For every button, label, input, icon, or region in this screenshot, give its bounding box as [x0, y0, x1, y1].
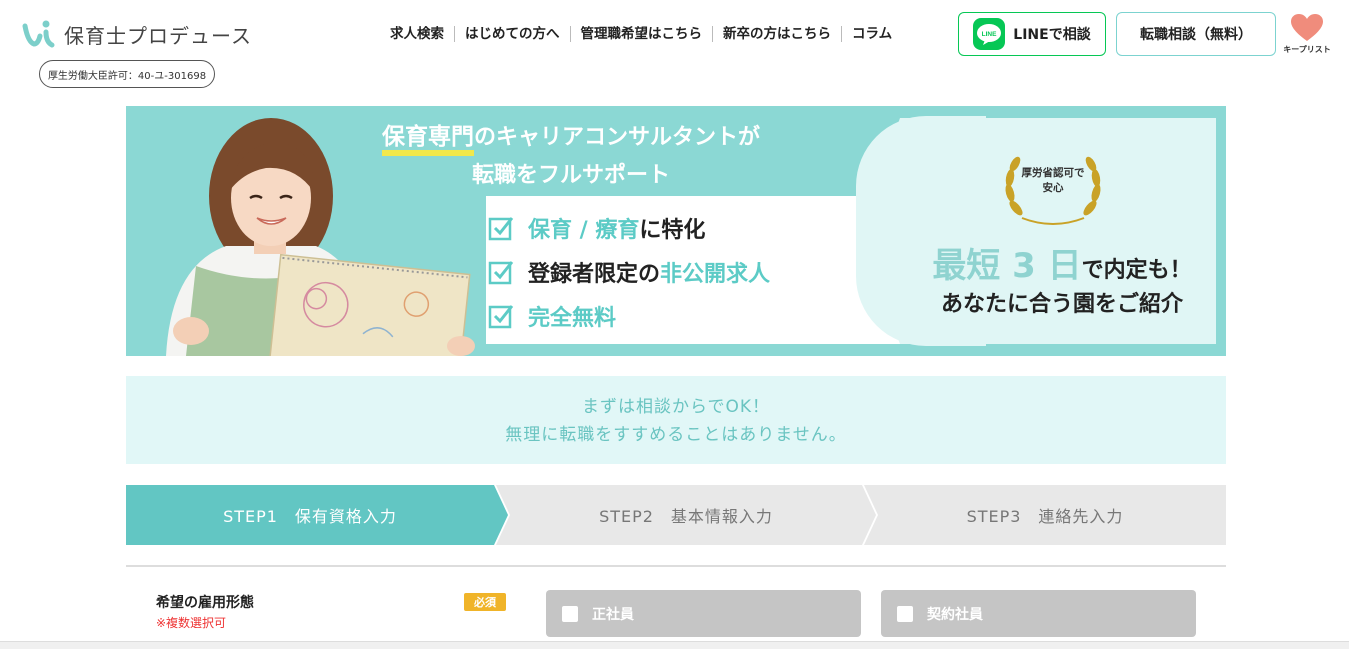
hero-banner: 保育専門のキャリアコンサルタントが 転職をフルサポート 保育 / 療育に特化 登… — [126, 106, 1226, 356]
feature-free: 完全無料 — [528, 306, 617, 331]
option-label: 正社員 — [592, 606, 634, 623]
banner-headline: 保育専門のキャリアコンサルタントが 転職をフルサポート — [336, 118, 806, 195]
line-badge-text: LINE — [982, 31, 997, 38]
keeplist-button[interactable]: キープリスト — [1283, 14, 1331, 55]
checkbox[interactable] — [562, 605, 578, 622]
shortest-offer: 最短 3 日で内定も！ — [912, 238, 1212, 287]
logo-mark-icon — [22, 20, 55, 48]
keeplist-label: キープリスト — [1283, 45, 1331, 54]
option-contract[interactable]: 契約社員 — [881, 590, 1196, 637]
employment-type-label: 希望の雇用形態 — [156, 595, 254, 611]
page-bottom-edge — [0, 641, 1349, 649]
notice-line-1: まずは相談からでOK！ — [581, 397, 771, 417]
checkbox-icon — [488, 305, 514, 329]
line-button-label: LINEで相談 — [1013, 27, 1091, 43]
feature-private-jobs: 非公開求人 — [660, 262, 771, 287]
option-full-time[interactable]: 正社員 — [546, 590, 861, 637]
feature-item: 保育 / 療育に特化 — [488, 206, 770, 250]
certification-text: 厚労省認可で 安心 — [1018, 166, 1088, 196]
feature-childcare: 保育 / 療育 — [528, 218, 640, 243]
multiple-select-note: ※複数選択可 — [156, 616, 227, 630]
headline-specialty: 保育専門 — [381, 124, 474, 156]
required-badge: 必須 — [464, 593, 506, 611]
main-nav: 求人検索 はじめての方へ 管理職希望はこちら 新卒の方はこちら コラム — [380, 24, 902, 44]
shortest-offer-suffix: で内定も！ — [1081, 258, 1192, 283]
form-steps: STEP1 保有資格入力 STEP2 基本情報入力 STEP3 連絡先入力 — [126, 485, 1226, 545]
checkbox-icon — [488, 217, 514, 241]
nav-column[interactable]: コラム — [841, 26, 902, 42]
certification-line-1: 厚労省認可で — [1021, 167, 1085, 179]
nav-new-graduate[interactable]: 新卒の方はこちら — [712, 26, 841, 42]
step-3: STEP3 連絡先入力 — [864, 485, 1226, 545]
checkbox[interactable] — [897, 605, 913, 622]
feature-item: 登録者限定の非公開求人 — [488, 250, 770, 294]
certification-line-2: 安心 — [1042, 182, 1064, 194]
logo-text: 保育士プロデュース — [64, 23, 252, 48]
notice-line-2: 無理に転職をすすめることはありません。 — [505, 425, 847, 445]
step-2: STEP2 基本情報入力 — [496, 485, 876, 545]
headline-consultant: のキャリアコンサルタントが — [473, 125, 760, 150]
checkbox-icon — [488, 261, 514, 285]
step-1: STEP1 保有資格入力 — [126, 485, 508, 545]
introduce-text: あなたに合う園をご紹介 — [940, 292, 1183, 317]
feature-members-only: 登録者限定の — [528, 262, 661, 287]
feature-checklist: 保育 / 療育に特化 登録者限定の非公開求人 完全無料 — [488, 206, 770, 338]
site-logo[interactable]: 保育士プロデュース — [22, 18, 252, 50]
line-consult-button[interactable]: LINE LINEで相談 — [958, 12, 1106, 56]
nav-first-time[interactable]: はじめての方へ — [454, 26, 570, 42]
form-divider — [126, 565, 1226, 567]
feature-item: 完全無料 — [488, 294, 770, 338]
consult-button[interactable]: 転職相談（無料） — [1116, 12, 1276, 56]
nav-job-search[interactable]: 求人検索 — [380, 26, 454, 42]
nav-manager[interactable]: 管理職希望はこちら — [569, 26, 713, 42]
license-badge: 厚生労働大臣許可：40-ユ-301698 — [39, 60, 215, 88]
headline-support: 転職をフルサポート — [471, 163, 670, 188]
heart-icon — [1291, 14, 1323, 41]
shortest-days: 最短 3 日 — [932, 246, 1082, 286]
consult-notice: まずは相談からでOK！ 無理に転職をすすめることはありません。 — [126, 376, 1226, 464]
option-label: 契約社員 — [927, 606, 983, 623]
line-icon: LINE — [973, 18, 1006, 50]
feature-specialized: に特化 — [639, 218, 706, 243]
